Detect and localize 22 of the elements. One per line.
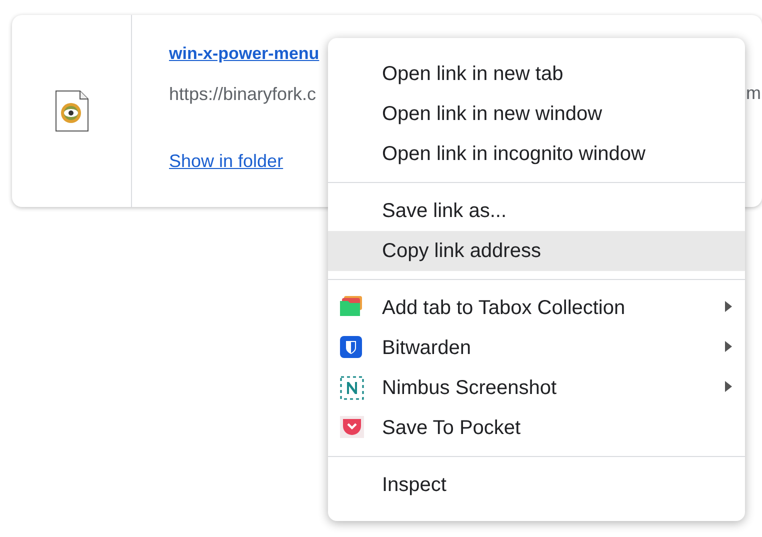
source-url: https://binaryfork.c xyxy=(169,83,316,105)
menu-item[interactable]: Bitwarden xyxy=(328,328,745,368)
shield-icon xyxy=(340,336,362,358)
menu-item[interactable]: Copy link address xyxy=(328,231,745,271)
source-url-tail: m xyxy=(746,82,761,104)
menu-item[interactable]: Add tab to Tabox Collection xyxy=(328,288,745,328)
file-name-link[interactable]: win-x-power-menu xyxy=(169,43,320,65)
menu-item[interactable]: Nimbus Screenshot xyxy=(328,368,745,408)
show-in-folder-link[interactable]: Show in folder xyxy=(169,150,284,172)
menu-item[interactable]: Inspect xyxy=(328,465,745,505)
folders-icon xyxy=(340,296,364,316)
menu-item[interactable]: Save link as... xyxy=(328,191,745,231)
file-icon xyxy=(54,90,88,132)
pocket-icon xyxy=(340,416,364,438)
submenu-arrow-icon xyxy=(725,341,732,352)
nimbus-icon xyxy=(340,376,364,400)
menu-item[interactable]: Open link in incognito window xyxy=(328,134,745,174)
menu-item[interactable]: Open link in new window xyxy=(328,94,745,134)
submenu-arrow-icon xyxy=(725,381,732,392)
menu-item[interactable]: Open link in new tab xyxy=(328,54,745,94)
menu-item[interactable]: Save To Pocket xyxy=(328,408,745,448)
submenu-arrow-icon xyxy=(725,301,732,312)
